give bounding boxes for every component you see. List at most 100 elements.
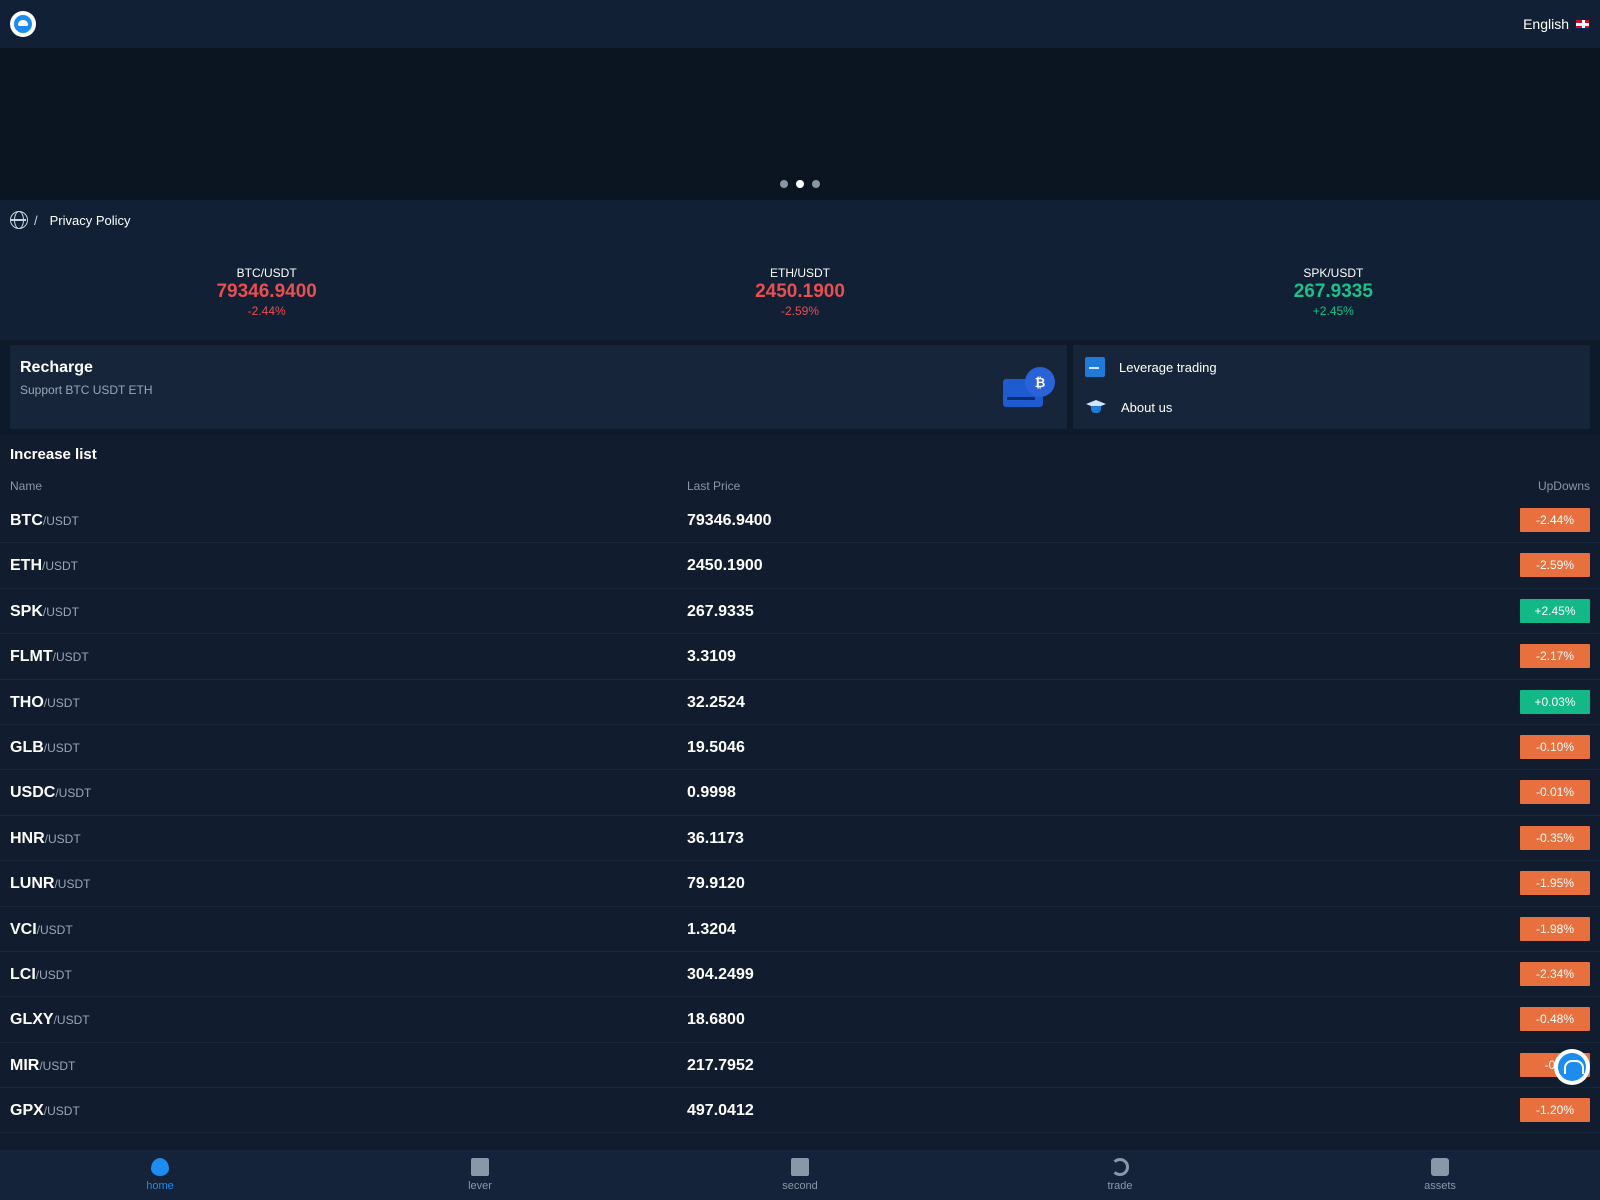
carousel-dot[interactable] [780, 180, 788, 188]
tab-assets[interactable]: assets [1280, 1150, 1600, 1200]
carousel-dot-active[interactable] [796, 180, 804, 188]
leverage-trading-link[interactable]: Leverage trading [1085, 350, 1578, 384]
col-price-header: Last Price [687, 479, 741, 493]
tab-trade[interactable]: trade [960, 1150, 1280, 1200]
table-row[interactable]: BTC/USDT 79346.9400 -2.44% [0, 498, 1600, 544]
ticker-change: +2.45% [1312, 304, 1354, 318]
base-symbol: FLMT [10, 648, 53, 666]
change-badge: -2.17% [1520, 644, 1590, 669]
tab-label: trade [1107, 1180, 1133, 1192]
pair-name: LUNR/USDT [10, 875, 90, 893]
quote-symbol: /USDT [43, 740, 80, 755]
change-badge: -1.95% [1520, 871, 1590, 896]
quote-symbol: /USDT [35, 967, 72, 982]
pair-name: ETH/USDT [10, 557, 78, 575]
quote-symbol: /USDT [52, 650, 89, 665]
table-row[interactable]: MIR/USDT217.7952-0.6 [0, 1043, 1600, 1089]
pair-name: USDC/USDT [10, 784, 91, 802]
base-symbol: LUNR [10, 875, 55, 893]
base-symbol: SPK [10, 602, 43, 620]
quote-symbol: /USDT [42, 514, 79, 528]
base-symbol: MIR [10, 1056, 40, 1074]
quick-cards: Recharge Support BTC USDT ETH ₿ Leverage… [0, 340, 1600, 435]
about-us-link[interactable]: About us [1085, 390, 1578, 424]
pair-name: THO/USDT [10, 694, 80, 712]
tab-second[interactable]: second [640, 1150, 960, 1200]
table-row[interactable]: SPK/USDT 267.9335 +2.45% [0, 589, 1600, 635]
notice-separator: / [34, 212, 38, 228]
document-icon [471, 1158, 489, 1176]
pair-name: FLMT/USDT [10, 648, 89, 666]
dolphin-logo-icon[interactable] [10, 11, 36, 37]
table-row[interactable]: GLXY/USDT 18.6800 -0.48% [0, 997, 1600, 1043]
ticker-btc[interactable]: BTC/USDT 79346.9400 -2.44% [0, 240, 533, 340]
last-price: 3.3109 [687, 648, 736, 666]
change-badge: +2.45% [1520, 598, 1590, 623]
table-row[interactable]: ETH/USDT 2450.1900 -2.59% [0, 543, 1600, 589]
customer-service-icon[interactable] [1554, 1049, 1590, 1085]
last-price: 0.9998 [687, 784, 736, 802]
quote-symbol: /USDT [54, 877, 91, 892]
notice-bar[interactable]: / Privacy Policy [0, 200, 1600, 240]
last-price: 19.5046 [687, 738, 745, 756]
wallet-icon [1431, 1158, 1449, 1176]
change-badge: -0.35% [1520, 825, 1590, 850]
bottom-tab-bar: home lever second trade assets [0, 1150, 1600, 1200]
last-price: 217.7952 [687, 1056, 754, 1074]
carousel-dot[interactable] [812, 180, 820, 188]
banner-carousel[interactable] [0, 48, 1600, 200]
last-price: 304.2499 [687, 965, 754, 983]
recharge-title: Recharge [20, 359, 93, 376]
pair-name: GLXY/USDT [10, 1011, 90, 1029]
ticker-eth[interactable]: ETH/USDT 2450.1900 -2.59% [533, 240, 1066, 340]
quote-symbol: /USDT [55, 786, 92, 801]
table-row[interactable]: GPX/USDT 497.0412 -1.20% [0, 1088, 1600, 1134]
pair-name: GPX/USDT [10, 1102, 80, 1120]
quote-symbol: /USDT [42, 559, 78, 574]
table-row[interactable]: FLMT/USDT 3.3109 -2.17% [0, 634, 1600, 680]
change-badge: -2.44% [1520, 508, 1590, 532]
ticker-spk[interactable]: SPK/USDT 267.9335 +2.45% [1067, 240, 1600, 340]
pair-name: SPK/USDT [10, 603, 79, 621]
change-badge: -0.01% [1520, 780, 1590, 805]
document-icon [1085, 357, 1105, 377]
tab-label: second [782, 1180, 818, 1192]
tab-label: assets [1424, 1180, 1456, 1192]
change-badge: -0.48% [1520, 1007, 1590, 1032]
recharge-card[interactable]: Recharge Support BTC USDT ETH ₿ [10, 345, 1067, 429]
pair-name: LCI/USDT [10, 966, 72, 984]
quote-symbol: /USDT [43, 1104, 80, 1119]
change-badge: +0.03% [1520, 689, 1590, 714]
notice-text[interactable]: Privacy Policy [50, 213, 131, 228]
table-row[interactable]: THO/USDT 32.2524 +0.03% [0, 680, 1600, 725]
base-symbol: USDC [10, 784, 56, 802]
quote-symbol: /USDT [36, 922, 73, 937]
quote-symbol: /USDT [39, 1058, 76, 1073]
table-row[interactable]: HNR/USDT 36.1173 -0.35% [0, 816, 1600, 862]
last-price: 1.3204 [687, 920, 736, 938]
base-symbol: ETH [10, 557, 42, 575]
pair-name: GLB/USDT [10, 739, 80, 757]
ticker-change: -2.44% [247, 304, 286, 318]
tab-label: home [146, 1180, 174, 1192]
table-row[interactable]: VCI/USDT 1.3204 -1.98% [0, 907, 1600, 952]
tab-lever[interactable]: lever [320, 1150, 640, 1200]
language-label: English [1523, 16, 1569, 32]
language-selector[interactable]: English [1523, 16, 1590, 32]
base-symbol: THO [10, 693, 44, 711]
ticker-price: 2450.1900 [755, 281, 845, 302]
credit-card-bitcoin-icon: ₿ [1003, 365, 1055, 409]
base-symbol: BTC [10, 512, 43, 529]
table-row[interactable]: USDC/USDT 0.9998 -0.01% [0, 770, 1600, 816]
link-label: Leverage trading [1119, 359, 1217, 375]
table-row[interactable]: LUNR/USDT 79.9120 -1.95% [0, 861, 1600, 907]
last-price: 36.1173 [687, 829, 744, 847]
tab-home[interactable]: home [0, 1150, 320, 1200]
ticker-change: -2.59% [780, 304, 819, 318]
last-price: 32.2524 [687, 693, 745, 711]
uk-flag-icon [1575, 19, 1590, 29]
base-symbol: GLXY [10, 1011, 54, 1029]
table-row[interactable]: GLB/USDT 19.5046 -0.10% [0, 725, 1600, 771]
table-row[interactable]: LCI/USDT 304.2499 -2.34% [0, 952, 1600, 998]
recharge-subtitle: Support BTC USDT ETH [20, 383, 153, 397]
